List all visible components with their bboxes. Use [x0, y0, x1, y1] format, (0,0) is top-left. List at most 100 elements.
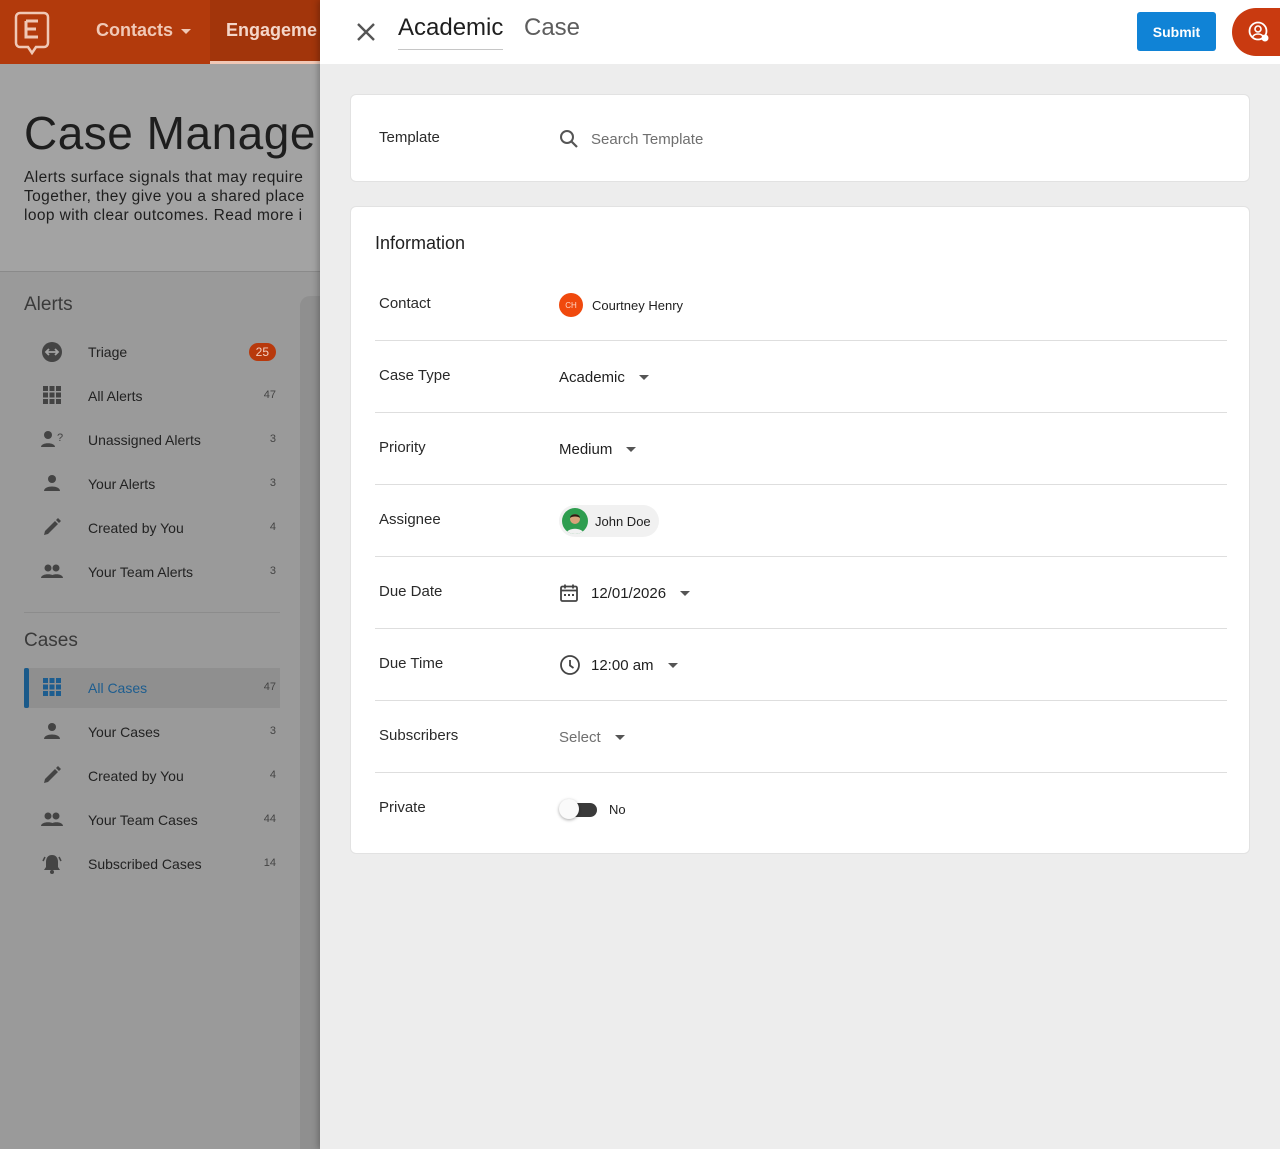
- priority-row: Priority Medium: [375, 413, 1227, 485]
- sidebar-item-all-alerts[interactable]: All Alerts 47: [24, 376, 280, 416]
- sidebar-item-created-by-you-cases[interactable]: Created by You 4: [24, 756, 280, 796]
- priority-select[interactable]: Medium: [559, 433, 637, 465]
- avatar: [562, 508, 588, 534]
- due-time-label: Due Time: [379, 655, 444, 672]
- sidebar-item-label: Created by You: [88, 768, 184, 784]
- sidebar-item-label: Your Team Alerts: [88, 564, 194, 580]
- private-row: Private No: [375, 773, 1227, 845]
- assignee-select[interactable]: John Doe: [559, 505, 659, 537]
- contact-name: Courtney Henry: [592, 297, 684, 313]
- priority-label: Priority: [379, 439, 426, 456]
- subscribers-placeholder: Select: [559, 728, 601, 746]
- close-icon[interactable]: [354, 20, 378, 44]
- information-heading: Information: [375, 233, 466, 253]
- contact-row: Contact CH Courtney Henry: [375, 269, 1227, 341]
- sidebar-item-count: 14: [263, 857, 276, 869]
- sidebar: Alerts Triage 25 All Alerts 47 ? Unassig…: [0, 272, 300, 1149]
- page-header: Case Manage Alerts surface signals that …: [0, 64, 320, 272]
- nav-contacts-label: Contacts: [96, 20, 174, 40]
- group-icon: [40, 561, 64, 583]
- new-case-drawer: Academic Case Submit Template Informatio…: [320, 0, 1280, 1149]
- subscribers-label: Subscribers: [379, 727, 459, 744]
- grid-icon: [40, 677, 64, 699]
- sidebar-item-triage[interactable]: Triage 25: [24, 332, 280, 372]
- sidebar-item-count: 3: [269, 725, 276, 737]
- sidebar-item-count: 44: [263, 813, 276, 825]
- sidebar-item-your-alerts[interactable]: Your Alerts 3: [24, 464, 280, 504]
- page-title: Case Manage: [24, 107, 316, 159]
- subscribers-select[interactable]: Select: [559, 721, 625, 753]
- nav-contacts[interactable]: Contacts: [96, 20, 192, 41]
- sidebar-item-created-by-you-alerts[interactable]: Created by You 4: [24, 508, 280, 548]
- description-line: Alerts surface signals that may require: [24, 169, 304, 186]
- page-description: Alerts surface signals that may require …: [24, 168, 305, 225]
- triage-count-badge: 25: [248, 343, 276, 361]
- sidebar-item-unassigned-alerts[interactable]: ? Unassigned Alerts 3: [24, 420, 280, 460]
- sidebar-item-label: Created by You: [88, 520, 184, 536]
- tab-case[interactable]: Case: [524, 14, 580, 49]
- assignee-name: John Doe: [595, 513, 651, 529]
- private-toggle[interactable]: [559, 799, 597, 819]
- sidebar-item-your-team-cases[interactable]: Your Team Cases 44: [24, 800, 280, 840]
- chevron-down-icon: [680, 590, 691, 596]
- alerts-heading: Alerts: [24, 294, 73, 315]
- sidebar-item-count: 3: [269, 433, 276, 445]
- user-settings-icon: [1248, 21, 1269, 42]
- sidebar-item-label: Triage: [88, 344, 128, 360]
- due-date-picker[interactable]: 12/01/2026: [559, 577, 691, 609]
- assignee-label: Assignee: [379, 511, 441, 528]
- e-logo-icon[interactable]: [14, 11, 50, 55]
- assignee-row: Assignee John Doe: [375, 485, 1227, 557]
- template-search-input[interactable]: [591, 127, 951, 151]
- search-icon: [560, 130, 578, 148]
- person-icon: [40, 473, 64, 495]
- due-time-picker[interactable]: 12:00 am: [559, 649, 678, 681]
- tab-academic[interactable]: Academic: [398, 14, 504, 50]
- description-line: Together, they give you a shared place: [24, 188, 305, 205]
- contact-value[interactable]: CH Courtney Henry: [559, 289, 683, 321]
- due-date-row: Due Date 12/01/2026: [375, 557, 1227, 629]
- template-search: [559, 127, 959, 151]
- case-type-value: Academic: [559, 368, 625, 386]
- drawer-header: Academic Case Submit: [320, 0, 1280, 64]
- svg-text:?: ?: [57, 432, 63, 444]
- toggle-knob: [559, 799, 579, 819]
- case-type-label: Case Type: [379, 367, 451, 384]
- grid-icon: [40, 385, 64, 407]
- private-value: No: [609, 801, 626, 817]
- private-label: Private: [379, 799, 426, 816]
- pencil-icon: [40, 517, 64, 539]
- sidebar-item-label: Unassigned Alerts: [88, 432, 201, 448]
- sidebar-item-count: 3: [269, 477, 276, 489]
- template-card: Template: [350, 94, 1250, 182]
- sidebar-item-label: Your Team Cases: [88, 812, 198, 828]
- bell-icon: [40, 853, 64, 875]
- priority-value: Medium: [559, 440, 613, 458]
- chevron-down-icon: [626, 446, 637, 452]
- private-toggle-group: No: [559, 793, 626, 825]
- assignee-chip[interactable]: John Doe: [559, 505, 659, 537]
- sidebar-divider: [24, 612, 280, 613]
- chevron-down-icon: [638, 374, 649, 380]
- sidebar-item-subscribed-cases[interactable]: Subscribed Cases 14: [24, 844, 280, 884]
- sidebar-item-count: 47: [263, 389, 276, 401]
- user-menu-button[interactable]: [1232, 8, 1280, 56]
- submit-button[interactable]: Submit: [1137, 12, 1216, 51]
- sidebar-item-your-cases[interactable]: Your Cases 3: [24, 712, 280, 752]
- sidebar-item-your-team-alerts[interactable]: Your Team Alerts 3: [24, 552, 280, 592]
- sidebar-item-label: Subscribed Cases: [88, 856, 202, 872]
- sidebar-item-all-cases[interactable]: All Cases 47: [24, 668, 280, 708]
- cases-heading: Cases: [24, 630, 78, 651]
- nav-engagement[interactable]: Engageme: [210, 0, 330, 64]
- pencil-icon: [40, 765, 64, 787]
- sidebar-item-count: 4: [269, 769, 276, 781]
- due-date-value: 12/01/2026: [591, 584, 667, 602]
- contact-label: Contact: [379, 295, 431, 312]
- due-time-value: 12:00 am: [591, 656, 654, 674]
- chevron-down-icon: [614, 734, 625, 740]
- sidebar-item-label: All Cases: [88, 680, 148, 696]
- information-card: Information Contact CH Courtney Henry Ca…: [350, 206, 1250, 854]
- clock-icon: [560, 655, 580, 675]
- calendar-icon: [560, 584, 578, 602]
- case-type-select[interactable]: Academic: [559, 361, 649, 393]
